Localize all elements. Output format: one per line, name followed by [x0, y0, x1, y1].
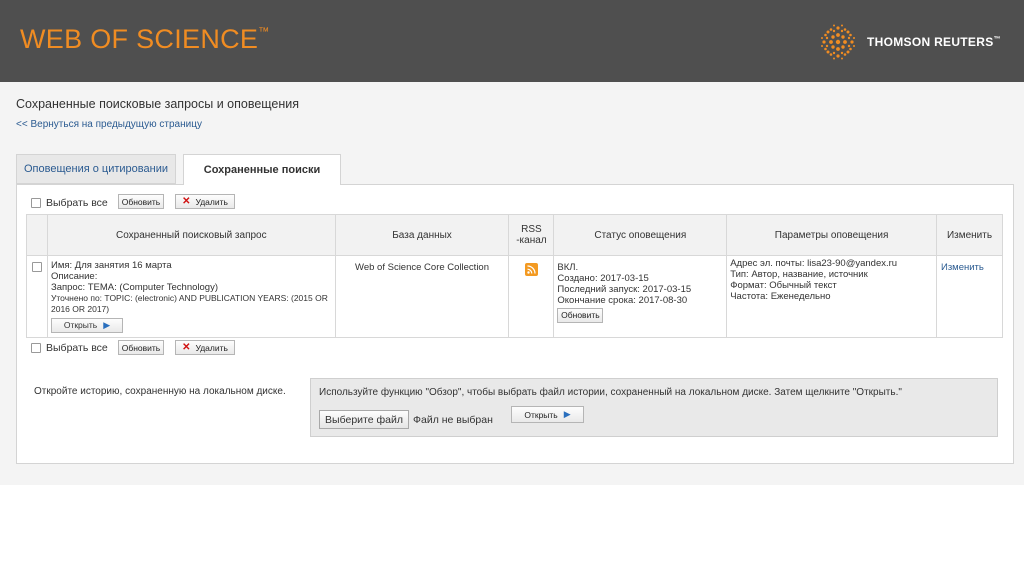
- select-all-checkbox-bottom[interactable]: [31, 343, 41, 353]
- choose-file-button[interactable]: Выберите файл: [319, 410, 409, 429]
- row-checkbox-cell: [26, 255, 48, 338]
- header-alert-params: Параметры оповещения: [726, 214, 937, 256]
- saved-query-cell: Имя: Для занятия 16 марта Описание: Запр…: [46, 255, 336, 338]
- header-edit: Изменить: [935, 214, 1004, 256]
- row-checkbox[interactable]: [32, 262, 42, 272]
- delete-label: Удалить: [195, 196, 228, 207]
- delete-x-icon: ✕: [182, 196, 191, 207]
- history-label: Откройте историю, сохраненную на локальн…: [34, 386, 286, 397]
- page-title: Сохраненные поисковые запросы и оповещен…: [16, 97, 300, 111]
- select-all-label-bottom: Выбрать все: [46, 342, 108, 354]
- query-description: Описание:: [50, 271, 98, 282]
- query-text: Запрос: ТЕМА: (Computer Technology): [50, 282, 218, 293]
- history-open-label: Открыть: [524, 409, 558, 420]
- tab-citation-alerts[interactable]: Оповещения о цитировании: [16, 154, 176, 184]
- alert-type: Тип: Автор, название, источник: [730, 269, 868, 280]
- open-search-label: Открыть: [63, 320, 98, 330]
- brand-name: WEB OF SCIENCE: [20, 24, 259, 54]
- header-alert-status: Статус оповещения: [553, 214, 728, 256]
- delete-button[interactable]: ✕ Удалить: [175, 194, 235, 209]
- select-all-label: Выбрать все: [46, 197, 108, 209]
- alert-status-cell: ВКЛ. Создано: 2017-03-15 Последний запус…: [553, 255, 728, 338]
- site-header: WEB OF SCIENCE™ THOMSON REUTERS™: [0, 0, 1024, 82]
- rss-icon[interactable]: [524, 263, 538, 276]
- table-header-row: Сохраненный поисковый запрос База данных…: [26, 214, 1004, 256]
- alert-status: ВКЛ.: [557, 262, 579, 273]
- history-hint: Используйте функцию "Обзор", чтобы выбра…: [319, 387, 902, 398]
- tab-saved-searches[interactable]: Сохраненные поиски: [183, 154, 341, 185]
- alert-frequency: Частота: Еженедельно: [730, 291, 831, 302]
- select-all-row-top: Выбрать все: [31, 195, 108, 211]
- alert-last-run: Последний запуск: 2017-03-15: [557, 284, 692, 295]
- header-checkbox-cell: [26, 214, 48, 256]
- open-search-button[interactable]: Открыть ▶: [50, 318, 123, 333]
- delete-button-bottom[interactable]: ✕ Удалить: [175, 340, 235, 355]
- web-of-science-logo[interactable]: WEB OF SCIENCE™: [20, 24, 270, 55]
- header-rss: RSS -канал: [508, 214, 555, 256]
- select-all-checkbox[interactable]: [31, 198, 41, 208]
- partner-name: THOMSON REUTERS: [867, 35, 994, 49]
- thomson-reuters-logo-icon: [821, 24, 855, 60]
- query-name: Имя: Для занятия 16 марта: [50, 260, 172, 271]
- update-button-bottom[interactable]: Обновить: [118, 340, 164, 355]
- brand-trademark: ™: [258, 26, 270, 38]
- back-link[interactable]: << Вернуться на предыдущую страницу: [16, 119, 202, 130]
- play-icon: ▶: [563, 409, 571, 419]
- rss-cell: [508, 255, 555, 338]
- table-row: Имя: Для занятия 16 марта Описание: Запр…: [26, 255, 1004, 338]
- delete-label-bottom: Удалить: [195, 342, 228, 353]
- update-button[interactable]: Обновить: [118, 194, 164, 209]
- alert-format: Формат: Обычный текст: [730, 280, 837, 291]
- edit-link[interactable]: Изменить: [941, 262, 984, 273]
- header-database: База данных: [334, 214, 510, 256]
- file-status: Файл не выбран: [413, 414, 493, 426]
- alert-expires: Окончание срока: 2017-08-30: [557, 295, 688, 306]
- play-icon: ▶: [103, 320, 111, 330]
- alert-email: Адрес эл. почты: lisa23-90@yandex.ru: [730, 258, 898, 269]
- thomson-reuters-name: THOMSON REUTERS™: [867, 35, 1001, 49]
- delete-x-icon-bottom: ✕: [182, 342, 191, 353]
- alert-params-cell: Адрес эл. почты: lisa23-90@yandex.ru Тип…: [726, 255, 937, 338]
- alert-created: Создано: 2017-03-15: [557, 273, 649, 284]
- status-update-button[interactable]: Обновить: [557, 308, 604, 323]
- header-saved-query: Сохраненный поисковый запрос: [46, 214, 336, 256]
- database-cell: Web of Science Core Collection: [334, 255, 510, 338]
- query-refined: Уточнено по: TOPIC: (electronic) AND PUB…: [50, 293, 328, 314]
- edit-cell: Изменить: [935, 255, 1004, 338]
- select-all-row-bottom: Выбрать все: [31, 340, 108, 356]
- history-open-button[interactable]: Открыть ▶: [511, 406, 584, 423]
- saved-searches-table: Сохраненный поисковый запрос База данных…: [26, 214, 1004, 338]
- history-box: Используйте функцию "Обзор", чтобы выбра…: [310, 378, 998, 437]
- partner-trademark: ™: [993, 36, 1001, 43]
